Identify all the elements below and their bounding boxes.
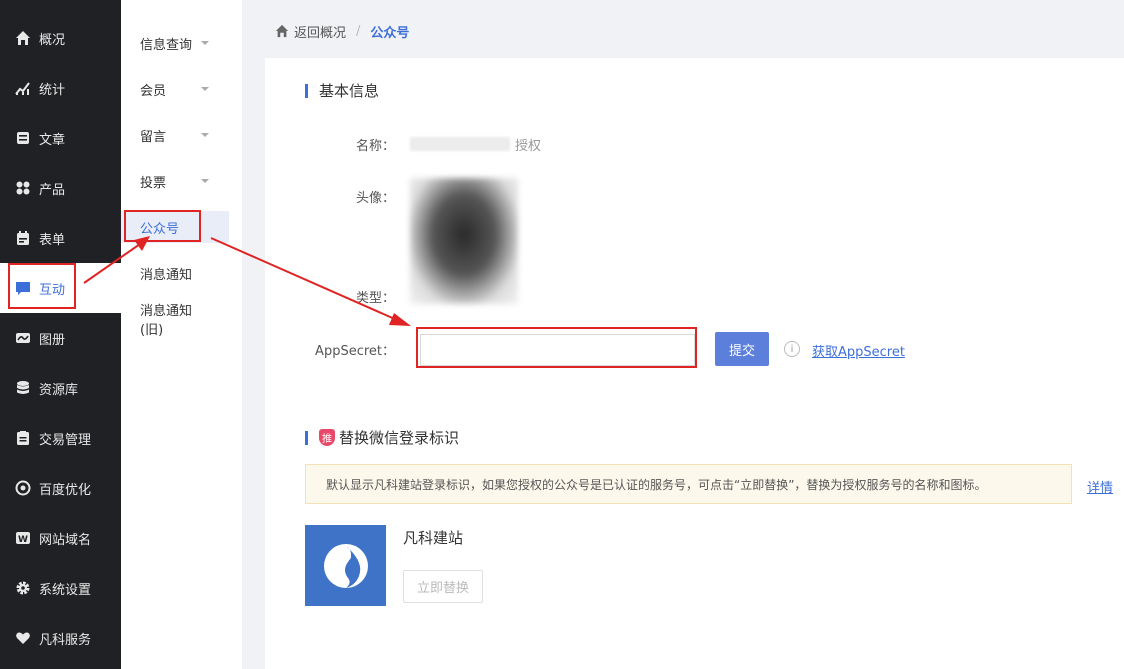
sidebar-item-label: 互动 xyxy=(39,282,66,298)
main-content-card: 基本信息 名称： 授权 头像： 类型： AppSecret： 提交 i 获取Ap… xyxy=(265,58,1124,669)
heart-icon xyxy=(15,630,31,646)
type-label: 类型： xyxy=(355,291,395,306)
appsecret-label: AppSecret： xyxy=(315,344,395,359)
breadcrumb-current: 公众号 xyxy=(370,25,410,41)
recommend-badge-icon: 推 xyxy=(319,429,335,446)
sidebar-item-transactions[interactable]: 交易管理 xyxy=(0,413,121,463)
sidebar-item-label: 网站域名 xyxy=(39,532,92,548)
sidebar-item-label: 文章 xyxy=(39,132,66,148)
sidebar-item-seo[interactable]: 百度优化 xyxy=(0,463,121,513)
sidebar-item-services[interactable]: 凡科服务 xyxy=(0,613,121,663)
get-appsecret-link[interactable]: 获取AppSecret xyxy=(812,341,905,360)
submenu-item-official-account[interactable]: 公众号 xyxy=(121,211,229,243)
caret-down-icon xyxy=(201,87,209,91)
caret-down-icon xyxy=(201,179,209,183)
sub-sidebar: 信息查询 会员 留言 投票 公众号 消息通知 消息通知(旧) xyxy=(121,0,242,669)
back-to-overview-link[interactable]: 返回概况 xyxy=(275,22,346,41)
sidebar-item-label: 图册 xyxy=(39,332,66,348)
album-icon xyxy=(15,330,31,346)
sidebar-item-interaction[interactable]: 互动 xyxy=(0,263,121,313)
sidebar-item-forms[interactable]: 表单 xyxy=(0,213,121,263)
sidebar-item-resources[interactable]: 资源库 xyxy=(0,363,121,413)
sidebar-item-label: 产品 xyxy=(39,182,66,198)
brand-name: 凡科建站 xyxy=(403,529,464,547)
sidebar-item-label: 资源库 xyxy=(39,382,79,398)
main-sidebar: 概况 统计 文章 产品 表单 互动 图册 资源库 交易管理 百度优化 W 网站域… xyxy=(0,0,121,669)
account-name-suffix: 授权 xyxy=(515,139,542,154)
clipboard-icon xyxy=(15,430,31,446)
replace-login-heading: 推 替换微信登录标识 xyxy=(305,427,459,448)
submenu-item-notifications-old[interactable]: 消息通知(旧) xyxy=(121,303,229,338)
home-icon xyxy=(275,24,289,38)
appsecret-input[interactable] xyxy=(420,334,695,366)
submit-button[interactable]: 提交 xyxy=(715,332,769,366)
breadcrumb-separator: / xyxy=(356,23,361,39)
submenu-item-voting[interactable]: 投票 xyxy=(121,165,229,197)
submenu-item-info-query[interactable]: 信息查询 xyxy=(121,27,229,59)
sidebar-item-label: 概况 xyxy=(39,32,66,48)
sidebar-item-products[interactable]: 产品 xyxy=(0,163,121,213)
sidebar-item-label: 交易管理 xyxy=(39,432,92,448)
submenu-item-label: 信息查询 xyxy=(140,37,193,53)
submenu-item-label: 会员 xyxy=(140,83,167,99)
info-icon[interactable]: i xyxy=(784,341,800,357)
back-label: 返回概况 xyxy=(294,25,347,41)
submenu-item-label: 消息通知(旧) xyxy=(140,304,193,338)
database-icon xyxy=(15,380,31,396)
sidebar-item-label: 百度优化 xyxy=(39,482,92,498)
account-name-blurred xyxy=(410,137,510,151)
submenu-item-label: 投票 xyxy=(140,175,167,191)
caret-down-icon xyxy=(201,41,209,45)
domain-icon: W xyxy=(15,530,31,546)
breadcrumb: 返回概况 / 公众号 xyxy=(242,0,1124,62)
chart-icon xyxy=(15,80,31,96)
submenu-item-members[interactable]: 会员 xyxy=(121,73,229,105)
sidebar-item-label: 统计 xyxy=(39,82,66,98)
replace-notice: 默认显示凡科建站登录标识，如果您授权的公众号是已认证的服务号，可点击“立即替换”… xyxy=(305,464,1072,504)
calendar-icon xyxy=(15,230,31,246)
sidebar-item-album[interactable]: 图册 xyxy=(0,313,121,363)
basic-info-heading: 基本信息 xyxy=(305,80,379,101)
target-icon xyxy=(15,480,31,496)
account-avatar xyxy=(410,178,518,304)
section-accent-bar xyxy=(305,430,308,445)
gear-icon xyxy=(15,580,31,596)
caret-down-icon xyxy=(201,133,209,137)
submenu-item-label: 公众号 xyxy=(140,221,180,237)
submenu-item-notifications[interactable]: 消息通知 xyxy=(121,257,229,289)
replace-login-title: 替换微信登录标识 xyxy=(339,429,460,447)
brand-logo-icon xyxy=(323,543,368,588)
replace-now-button[interactable]: 立即替换 xyxy=(403,570,483,603)
sidebar-item-overview[interactable]: 概况 xyxy=(0,13,121,63)
notice-text: 默认显示凡科建站登录标识，如果您授权的公众号是已认证的服务号，可点击“立即替换”… xyxy=(326,477,987,492)
sidebar-item-label: 凡科服务 xyxy=(39,632,92,648)
name-label: 名称： xyxy=(355,139,395,154)
basic-info-title: 基本信息 xyxy=(319,82,380,100)
sidebar-item-stats[interactable]: 统计 xyxy=(0,63,121,113)
sidebar-item-settings[interactable]: 系统设置 xyxy=(0,563,121,613)
sidebar-item-articles[interactable]: 文章 xyxy=(0,113,121,163)
sidebar-item-label: 系统设置 xyxy=(39,582,92,598)
brand-logo xyxy=(305,525,386,606)
details-link[interactable]: 详情 xyxy=(1087,477,1113,496)
grid-icon xyxy=(15,180,31,196)
sidebar-item-domain[interactable]: W 网站域名 xyxy=(0,513,121,563)
svg-text:W: W xyxy=(18,535,28,545)
chat-icon xyxy=(15,280,31,296)
submenu-item-messages[interactable]: 留言 xyxy=(121,119,229,151)
article-icon xyxy=(15,130,31,146)
submenu-item-label: 消息通知 xyxy=(140,267,193,283)
submenu-item-label: 留言 xyxy=(140,129,167,145)
sidebar-item-label: 表单 xyxy=(39,232,66,248)
avatar-label: 头像： xyxy=(355,191,395,206)
home-icon xyxy=(15,30,31,46)
section-accent-bar xyxy=(305,83,308,98)
